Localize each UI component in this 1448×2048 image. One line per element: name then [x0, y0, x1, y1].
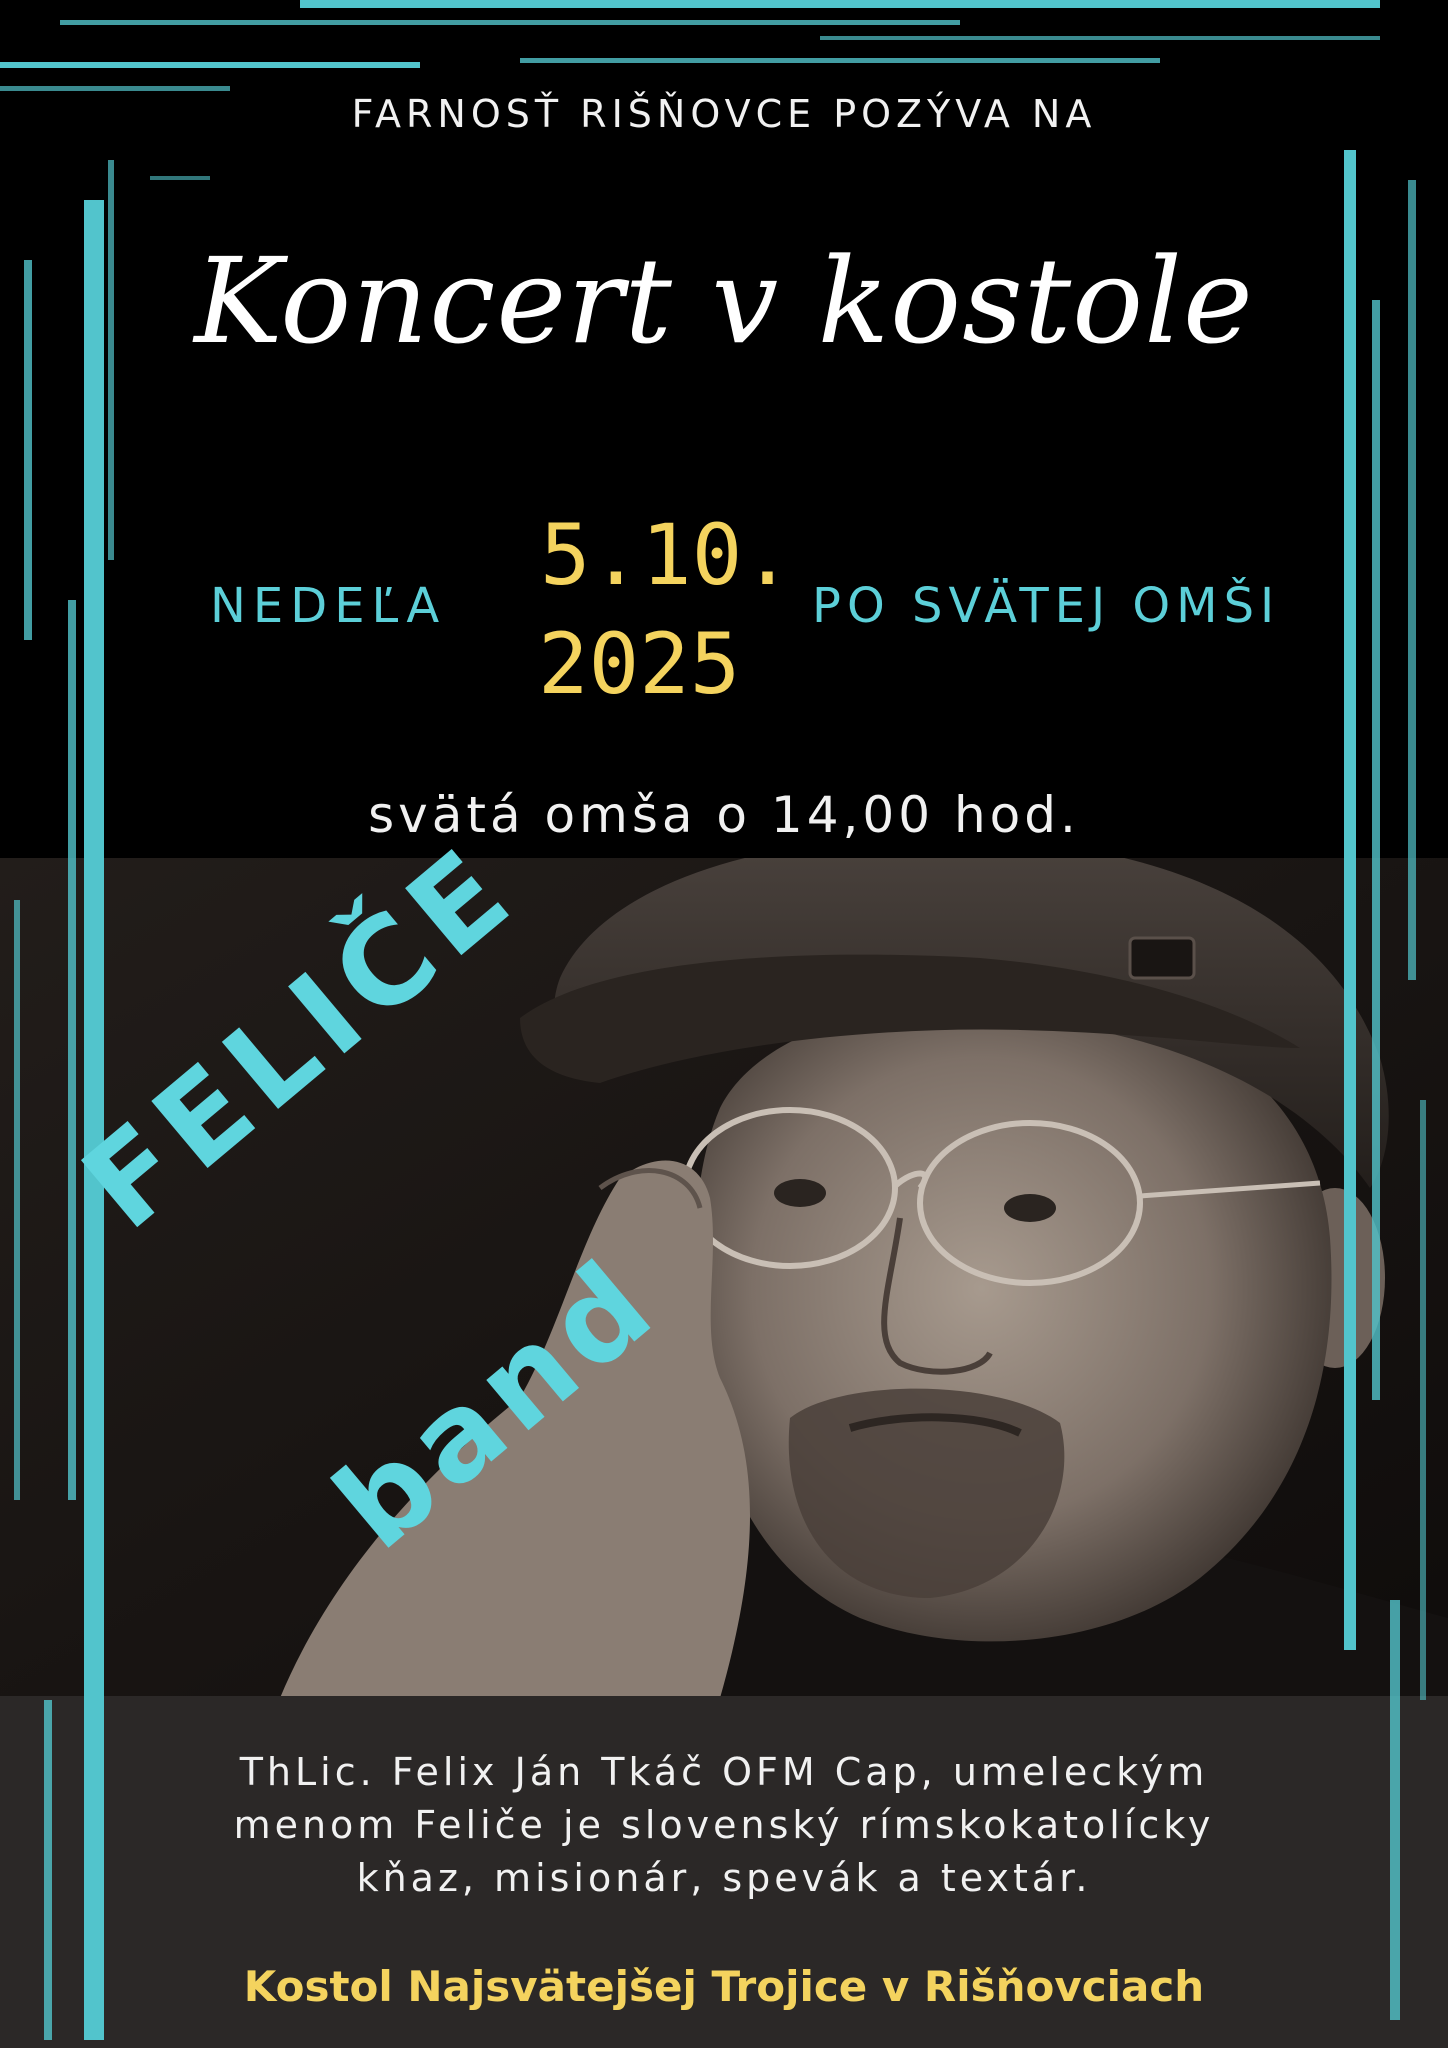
top-stroke-4 [520, 58, 1160, 63]
date-day-month: 5.10. [540, 506, 793, 604]
top-stroke-2 [60, 20, 960, 25]
top-stroke-3 [0, 62, 420, 68]
top-stroke-1 [300, 0, 1380, 8]
top-stroke-7 [150, 176, 210, 180]
after-mass-label: PO SVÄTEJ OMŠI [812, 578, 1281, 634]
bio-text: ThLic. Felix Ján Tkáč OFM Cap, umeleckým… [0, 1746, 1448, 1905]
date-year: 2025 [538, 615, 741, 713]
day-label: NEDEĽA [210, 578, 447, 634]
bio-line: menom Feliče je slovenský rímskokatolíck… [233, 1803, 1215, 1847]
venue: Kostol Najsvätejšej Trojice v Rišňovciac… [243, 1962, 1205, 2011]
portrait-photo [0, 858, 1448, 1698]
top-stroke-5 [0, 86, 230, 91]
invite-line: FARNOSŤ RIŠŇOVCE POZÝVA NA [351, 92, 1097, 136]
bio-line: ThLic. Felix Ján Tkáč OFM Cap, umeleckým [239, 1750, 1209, 1794]
poster-title: Koncert v kostole [194, 232, 1254, 370]
mass-time: svätá omša o 14,00 hod. [368, 786, 1080, 844]
bio-line: kňaz, misionár, spevák a textár. [356, 1856, 1092, 1900]
event-poster: FARNOSŤ RIŠŇOVCE POZÝVA NA Koncert v kos… [0, 0, 1448, 2048]
portrait-illustration [0, 858, 1448, 1698]
top-stroke-6 [820, 36, 1380, 40]
